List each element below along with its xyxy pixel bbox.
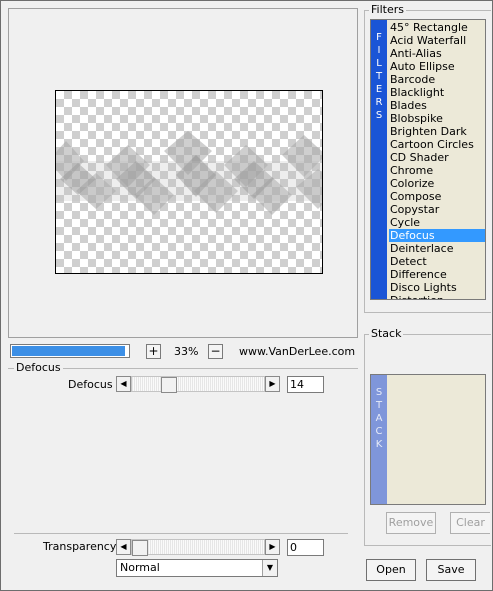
zoom-out-button[interactable]: −	[208, 344, 223, 359]
stack-band-letter: C	[375, 426, 383, 437]
stack-band-letter: A	[375, 413, 383, 424]
filter-item[interactable]: Colorize	[389, 177, 485, 190]
defocus-decrease-button[interactable]: ◀	[116, 376, 131, 392]
filters-items: 45° Rectangle Acid Waterfall Anti-Alias Aut…	[389, 21, 485, 299]
filter-item[interactable]: Cartoon Circles	[389, 138, 485, 151]
transparency-slider-thumb[interactable]	[132, 540, 148, 556]
preview-canvas[interactable]	[55, 90, 323, 274]
defocus-group	[8, 368, 358, 538]
clear-button[interactable]: Clear	[450, 512, 490, 534]
filters-list[interactable]: F I L T E R S 45° Rectangle Acid Waterfal…	[370, 19, 486, 300]
filter-item[interactable]: CD Shader	[389, 151, 485, 164]
arrow-right-icon: ▶	[269, 379, 276, 388]
filter-item[interactable]: Cycle	[389, 216, 485, 229]
filter-item[interactable]: Blobspike	[389, 112, 485, 125]
transparency-value-field[interactable]: 0	[287, 539, 324, 556]
stack-band-letter: S	[375, 387, 383, 398]
filter-item[interactable]: Distortion	[389, 294, 485, 299]
filter-item[interactable]: Copystar	[389, 203, 485, 216]
filter-item[interactable]: Disco Lights	[389, 281, 485, 294]
arrow-left-icon: ◀	[120, 542, 127, 551]
filter-item[interactable]: Detect	[389, 255, 485, 268]
progress-fill	[12, 346, 125, 356]
filters-band-letter: S	[375, 110, 383, 121]
transparency-increase-button[interactable]: ▶	[265, 539, 280, 555]
filter-item[interactable]: Defocus	[389, 229, 485, 242]
progress-bar	[10, 344, 130, 358]
transparency-decrease-button[interactable]: ◀	[116, 539, 131, 555]
stack-band: S T A C K	[371, 375, 387, 504]
filters-band-letter: R	[375, 97, 383, 108]
filter-item[interactable]: Chrome	[389, 164, 485, 177]
defocus-group-label: Defocus	[14, 361, 63, 374]
filters-band-letter: L	[376, 58, 382, 69]
defocus-slider[interactable]	[131, 376, 265, 393]
defocus-value-field[interactable]: 14	[287, 376, 324, 393]
transparency-divider	[14, 533, 348, 534]
filters-band: F I L T E R S	[371, 20, 387, 299]
stack-band-letter: K	[375, 439, 383, 450]
plus-icon: +	[148, 344, 159, 358]
filters-band-letter: I	[377, 45, 381, 56]
transparency-label: Transparency	[43, 540, 117, 553]
preview-panel	[8, 8, 358, 338]
filter-item[interactable]: Brighten Dark	[389, 125, 485, 138]
filter-item[interactable]: Deinterlace	[389, 242, 485, 255]
blend-mode-value: Normal	[120, 561, 160, 574]
zoom-level: 33%	[174, 345, 199, 358]
filter-item[interactable]: Auto Ellipse	[389, 60, 485, 73]
defocus-slider-thumb[interactable]	[161, 377, 177, 393]
open-button[interactable]: Open	[366, 559, 416, 581]
chevron-down-icon[interactable]: ▼	[262, 560, 277, 576]
filter-item[interactable]: Blacklight	[389, 86, 485, 99]
filter-item[interactable]: Barcode	[389, 73, 485, 86]
filter-item[interactable]: 45° Rectangle	[389, 21, 485, 34]
filter-item[interactable]: Compose	[389, 190, 485, 203]
preview-image	[56, 131, 322, 215]
filters-band-letter: E	[375, 84, 383, 95]
zoom-in-button[interactable]: +	[146, 344, 161, 359]
remove-button[interactable]: Remove	[386, 512, 436, 534]
stack-band-letter: T	[375, 400, 383, 411]
filter-item[interactable]: Difference	[389, 268, 485, 281]
website-link[interactable]: www.VanDerLee.com	[239, 344, 355, 359]
filters-band-letter: T	[375, 71, 383, 82]
filter-item[interactable]: Anti-Alias	[389, 47, 485, 60]
transparency-slider[interactable]	[131, 539, 265, 556]
arrow-right-icon: ▶	[269, 542, 276, 551]
filters-band-letter: F	[376, 32, 382, 43]
stack-list[interactable]: S T A C K	[370, 374, 486, 505]
filter-item[interactable]: Acid Waterfall	[389, 34, 485, 47]
filters-group-label: Filters	[369, 3, 406, 16]
filter-item[interactable]: Blades	[389, 99, 485, 112]
defocus-param-label: Defocus	[68, 378, 113, 391]
defocus-increase-button[interactable]: ▶	[265, 376, 280, 392]
blend-mode-select[interactable]: Normal ▼	[116, 559, 278, 577]
save-button[interactable]: Save	[426, 559, 476, 581]
arrow-left-icon: ◀	[120, 379, 127, 388]
stack-group-label: Stack	[369, 327, 404, 340]
minus-icon: −	[210, 344, 221, 358]
